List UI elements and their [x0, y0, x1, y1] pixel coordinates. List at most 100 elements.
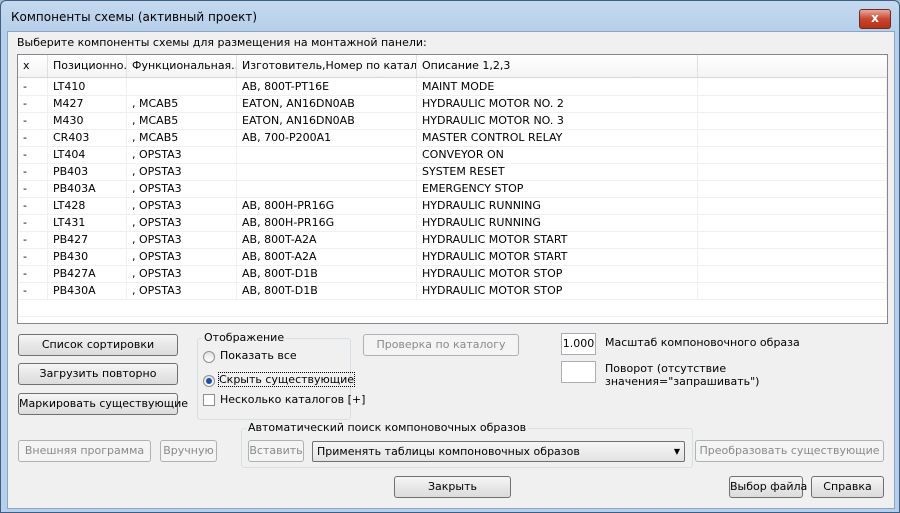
row-tag: PB427A	[48, 265, 127, 282]
select-file-button[interactable]: Выбор файла	[729, 476, 807, 498]
row-description: HYDRAULIC MOTOR STOP	[417, 265, 698, 282]
row-function: , OPSTA3	[127, 146, 237, 163]
row-empty	[698, 146, 887, 163]
multiple-catalogs-label[interactable]: Несколько каталогов [+]	[220, 393, 365, 406]
table-row[interactable]: - PB427, OPSTA3 AB, 800T-A2A HYDRAULIC MOTO…	[18, 231, 887, 249]
column-header-tag[interactable]: Позиционно...	[48, 55, 127, 77]
row-function	[127, 78, 237, 95]
column-header-x[interactable]: x	[18, 55, 48, 77]
catalog-check-button[interactable]: Проверка по каталогу	[363, 334, 519, 356]
convert-existing-button[interactable]: Преобразовать существующие	[695, 440, 884, 462]
row-marker: -	[18, 282, 48, 299]
row-marker: -	[18, 95, 48, 112]
table-row[interactable]: - PB403, OPSTA3 SYSTEM RESET	[18, 163, 887, 181]
row-manufacturer: AB, 800H-PR16G	[237, 214, 417, 231]
row-empty	[698, 214, 887, 231]
window-title: Компоненты схемы (активный проект)	[11, 10, 258, 24]
table-row[interactable]: - PB427A, OPSTA3 AB, 800T-D1B HYDRAULIC MOT…	[18, 265, 887, 283]
close-window-button[interactable]: x	[859, 9, 891, 29]
table-row-empty	[18, 299, 887, 317]
components-table[interactable]: x Позиционно... Функциональная... Изгото…	[17, 54, 888, 324]
row-marker: -	[18, 129, 48, 146]
row-marker: -	[18, 146, 48, 163]
hide-existing-label[interactable]: Скрыть существующие	[217, 372, 356, 387]
rotation-label-line2: значения="запрашивать")	[605, 375, 760, 388]
mark-existing-button[interactable]: Маркировать существующие	[18, 393, 188, 415]
row-empty	[698, 112, 887, 129]
scale-label: Масштаб компоновочного образа	[605, 336, 800, 349]
insert-button[interactable]: Вставить	[248, 440, 304, 462]
dialog-client-area: Выберите компоненты схемы для размещения…	[7, 31, 895, 509]
row-empty	[698, 248, 887, 265]
row-manufacturer: AB, 800T-D1B	[237, 265, 417, 282]
row-manufacturer	[237, 146, 417, 163]
table-row[interactable]: - PB403A, OPSTA3 EMERGENCY STOP	[18, 180, 887, 198]
row-tag: LT410	[48, 78, 127, 95]
close-button[interactable]: Закрыть	[394, 476, 511, 498]
help-button[interactable]: Справка	[811, 476, 884, 498]
row-tag: PB403	[48, 163, 127, 180]
row-description: HYDRAULIC MOTOR NO. 3	[417, 112, 698, 129]
rotation-input[interactable]	[561, 361, 596, 383]
table-row[interactable]: - LT428, OPSTA3 AB, 800H-PR16G HYDRAULIC RU…	[18, 197, 887, 215]
external-program-button[interactable]: Внешняя программа	[18, 440, 151, 462]
dropdown-selected-value: Применять таблицы компоновочных образов	[317, 445, 580, 458]
row-description: MASTER CONTROL RELAY	[417, 129, 698, 146]
row-empty	[698, 129, 887, 146]
reload-button[interactable]: Загрузить повторно	[18, 363, 178, 385]
row-marker: -	[18, 248, 48, 265]
row-manufacturer	[237, 180, 417, 197]
table-row[interactable]: - M430, MCAB5 EATON, AN16DN0AB HYDRAULIC MO…	[18, 112, 887, 130]
row-description: HYDRAULIC MOTOR STOP	[417, 282, 698, 299]
multiple-catalogs-checkbox[interactable]	[203, 394, 215, 406]
row-tag: PB430	[48, 248, 127, 265]
row-description: HYDRAULIC RUNNING	[417, 197, 698, 214]
row-empty	[698, 265, 887, 282]
row-marker: -	[18, 214, 48, 231]
sort-list-button[interactable]: Список сортировки	[18, 334, 178, 356]
radio-selected-dot	[206, 378, 212, 384]
row-description: MAINT MODE	[417, 78, 698, 95]
row-empty	[698, 95, 887, 112]
row-manufacturer: AB, 800H-PR16G	[237, 197, 417, 214]
show-all-label[interactable]: Показать все	[220, 349, 297, 362]
table-row[interactable]: - CR403, MCAB5 AB, 700-P200A1 MASTER CONTRO…	[18, 129, 887, 147]
column-header-function[interactable]: Функциональная...	[127, 55, 237, 77]
row-tag: CR403	[48, 129, 127, 146]
row-empty	[698, 78, 887, 95]
row-manufacturer: AB, 800T-PT16E	[237, 78, 417, 95]
title-bar[interactable]: Компоненты схемы (активный проект) x	[1, 1, 899, 31]
layout-search-dropdown[interactable]: Применять таблицы компоновочных образов …	[312, 441, 685, 462]
row-description: CONVEYOR ON	[417, 146, 698, 163]
row-description: HYDRAULIC MOTOR NO. 2	[417, 95, 698, 112]
instruction-label: Выберите компоненты схемы для размещения…	[17, 36, 427, 49]
manual-button[interactable]: Вручную	[160, 440, 217, 462]
hide-existing-radio[interactable]	[203, 375, 215, 387]
show-all-radio[interactable]	[203, 351, 215, 363]
scale-input[interactable]: 1.000	[561, 333, 596, 355]
row-function: , OPSTA3	[127, 197, 237, 214]
row-description: SYSTEM RESET	[417, 163, 698, 180]
row-marker: -	[18, 78, 48, 95]
column-header-description[interactable]: Описание 1,2,3	[417, 55, 698, 77]
row-empty	[698, 282, 887, 299]
row-function: , OPSTA3	[127, 282, 237, 299]
row-tag: M427	[48, 95, 127, 112]
chevron-down-icon: ▼	[673, 447, 680, 456]
column-header-manufacturer[interactable]: Изготовитель,Номер по катал...	[237, 55, 417, 77]
dialog-window: Компоненты схемы (активный проект) x Выб…	[0, 0, 900, 513]
table-row[interactable]: - LT410 AB, 800T-PT16E MAINT MODE	[18, 78, 887, 96]
row-function: , MCAB5	[127, 129, 237, 146]
row-function: , OPSTA3	[127, 180, 237, 197]
row-function: , OPSTA3	[127, 248, 237, 265]
table-header: x Позиционно... Функциональная... Изгото…	[18, 55, 887, 78]
row-marker: -	[18, 265, 48, 282]
row-function: , MCAB5	[127, 95, 237, 112]
table-row[interactable]: - LT431, OPSTA3 AB, 800H-PR16G HYDRAULIC RU…	[18, 214, 887, 232]
table-row[interactable]: - PB430, OPSTA3 AB, 800T-A2A HYDRAULIC MOTO…	[18, 248, 887, 266]
row-manufacturer	[237, 163, 417, 180]
row-manufacturer: EATON, AN16DN0AB	[237, 95, 417, 112]
table-row[interactable]: - PB430A, OPSTA3 AB, 800T-D1B HYDRAULIC MOT…	[18, 282, 887, 300]
table-row[interactable]: - M427, MCAB5 EATON, AN16DN0AB HYDRAULIC MO…	[18, 95, 887, 113]
table-row[interactable]: - LT404, OPSTA3 CONVEYOR ON	[18, 146, 887, 164]
